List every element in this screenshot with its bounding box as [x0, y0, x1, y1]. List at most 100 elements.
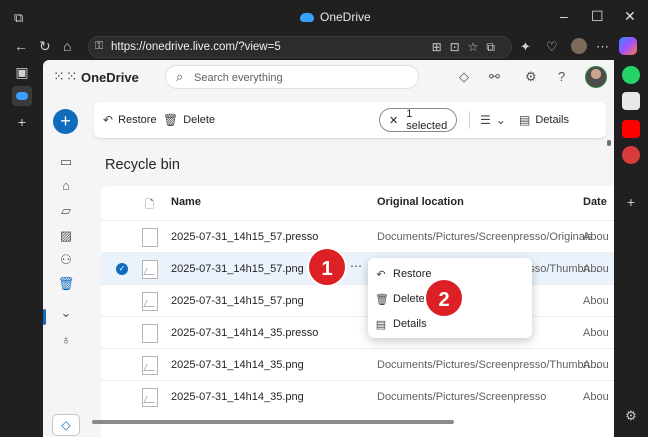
delete-label: Delete	[183, 114, 216, 126]
url-actions-icons[interactable]: ⊞⊡☆⧉	[432, 40, 503, 55]
browser-essentials-icon[interactable]: ♡	[546, 39, 558, 55]
table-row-selected[interactable]: ✓ 2025-07-31_14h15_57.png ⋯ Documents/Pi…	[101, 252, 614, 284]
profile-icon[interactable]: ♁	[57, 332, 75, 347]
home-icon[interactable]: ⌂	[57, 178, 75, 193]
create-new-button[interactable]: +	[53, 109, 78, 134]
details-pane-icon: ▤	[519, 113, 531, 127]
maximize-button[interactable]: ☐	[591, 8, 604, 25]
context-restore-item[interactable]: ↶ Restore	[375, 264, 431, 284]
file-name[interactable]: 2025-07-31_14h15_57.png	[171, 263, 304, 275]
help-icon[interactable]: ?	[558, 69, 565, 84]
edge-sidebar: + ⚙	[614, 60, 648, 437]
whatsapp-icon[interactable]	[622, 66, 640, 84]
file-date: Abou	[583, 391, 609, 403]
file-name[interactable]: 2025-07-31_14h15_57.png	[171, 295, 304, 307]
share-network-icon[interactable]: ⚯	[489, 69, 500, 85]
tab-actions-icon[interactable]: ⧉	[14, 10, 23, 26]
restore-label: Restore	[118, 114, 157, 126]
app-launcher-icon[interactable]: ⁙⁙	[53, 68, 78, 85]
browser-profile-avatar[interactable]	[571, 38, 587, 54]
column-header-date[interactable]: Date	[583, 196, 607, 208]
image-file-icon	[142, 260, 158, 279]
app-icon[interactable]	[622, 92, 640, 110]
home-feed-icon[interactable]: ▭	[57, 154, 75, 170]
table-row[interactable]: 2025-07-31_14h14_35.png Documents/Pictur…	[101, 380, 614, 412]
divider	[469, 111, 470, 129]
table-row[interactable]: 2025-07-31_14h15_57.png Abou	[101, 284, 614, 316]
table-row[interactable]: 2025-07-31_14h14_35.presso Abou	[101, 316, 614, 348]
file-location: Documents/Pictures/Screenpresso/Original…	[377, 231, 593, 243]
expand-chevron-icon[interactable]: ⌄	[57, 305, 75, 321]
premium-button[interactable]: ◇	[52, 414, 80, 436]
url-field[interactable]: ⚿ https://onedrive.live.com/?view=5 ⊞⊡☆⧉	[88, 36, 512, 58]
context-details-item[interactable]: ▤ Details	[375, 314, 427, 334]
file-list: 🗋 Name Original location Date 2025-07-31…	[101, 186, 614, 437]
copilot-icon[interactable]	[619, 37, 637, 55]
search-icon: ⌕	[176, 69, 184, 84]
row-checkmark-icon[interactable]: ✓	[116, 263, 128, 275]
table-row[interactable]: 2025-07-31_14h14_35.png Documents/Pictur…	[101, 348, 614, 380]
sidebar-settings-icon[interactable]: ⚙	[622, 408, 640, 426]
back-icon[interactable]: ←	[14, 38, 28, 54]
more-options-icon[interactable]: ⋯	[596, 39, 609, 55]
app-name[interactable]: OneDrive	[81, 70, 139, 85]
extensions-icon[interactable]: ✦	[520, 39, 531, 55]
details-button[interactable]: ▤ Details	[519, 113, 569, 127]
page-title: Recycle bin	[105, 157, 180, 173]
file-name[interactable]: 2025-07-31_14h15_57.presso	[171, 231, 318, 243]
annotation-badge-1: 1	[307, 247, 347, 287]
tab-onedrive[interactable]	[12, 86, 32, 106]
shared-people-icon[interactable]: ⚇	[57, 252, 75, 268]
file-location: Documents/Pictures/Screenpresso	[377, 391, 547, 403]
close-button[interactable]: ✕	[624, 8, 636, 25]
minimize-button[interactable]: –	[560, 8, 568, 24]
user-avatar[interactable]	[585, 66, 607, 88]
file-name[interactable]: 2025-07-31_14h14_35.png	[171, 359, 304, 371]
photos-icon[interactable]: ▨	[57, 228, 75, 244]
sort-button[interactable]: ☰ ⌄	[480, 113, 506, 127]
command-bar: ↶ Restore 🗑 Delete ✕ 1 selected ☰ ⌄ ▤ De…	[94, 102, 606, 138]
clear-selection-icon[interactable]: ✕	[389, 114, 398, 127]
youtube-icon[interactable]	[622, 120, 640, 138]
context-delete-item[interactable]: 🗑 Delete	[375, 289, 425, 309]
home-icon[interactable]: ⌂	[63, 38, 71, 54]
file-date: Abou	[583, 359, 609, 371]
context-details-label: Details	[393, 318, 427, 330]
url-text[interactable]: https://onedrive.live.com/?view=5	[111, 41, 281, 53]
left-rail: + ▭ ⌂ ▱ ▨ ⚇ 🗑 ⌄ ♁ ◇	[43, 94, 87, 437]
onedrive-cloud-icon	[300, 12, 314, 22]
my-files-folder-icon[interactable]: ▱	[57, 203, 75, 219]
app-badge-icon[interactable]	[622, 146, 640, 164]
sidebar-add-icon[interactable]: +	[622, 194, 640, 212]
file-name[interactable]: 2025-07-31_14h14_35.presso	[171, 327, 318, 339]
refresh-icon[interactable]: ↻	[39, 38, 51, 55]
tab-strip-icon[interactable]: ▣	[12, 64, 32, 84]
search-input[interactable]	[194, 69, 404, 86]
file-type-header-icon: 🗋	[145, 199, 154, 211]
details-label: Details	[535, 114, 569, 126]
search-box[interactable]: ⌕	[165, 65, 419, 89]
onedrive-header: ⁙⁙ OneDrive ⌕ ◇ ⚯ ⚙ ?	[43, 60, 614, 94]
table-row[interactable]: 2025-07-31_14h15_57.presso Documents/Pic…	[101, 220, 614, 252]
column-header-name[interactable]: Name	[171, 196, 201, 208]
new-tab-icon[interactable]: +	[12, 114, 32, 134]
column-header-location[interactable]: Original location	[377, 196, 464, 208]
site-info-icon[interactable]: ⚿	[95, 40, 103, 53]
file-date: Abou	[583, 327, 609, 339]
file-date: Abou	[583, 231, 609, 243]
premium-diamond-icon[interactable]: ◇	[459, 69, 469, 85]
file-icon	[142, 324, 158, 343]
delete-button[interactable]: 🗑 Delete	[163, 113, 215, 127]
more-actions-icon[interactable]: ⋯	[350, 259, 362, 273]
onedrive-tab-icon	[16, 92, 28, 100]
selection-count: 1 selected	[406, 108, 448, 132]
selection-pill[interactable]: ✕ 1 selected	[379, 108, 457, 132]
trash-icon: 🗑	[375, 293, 389, 306]
horizontal-scrollbar[interactable]	[92, 420, 454, 424]
settings-gear-icon[interactable]: ⚙	[525, 69, 537, 85]
recycle-bin-icon[interactable]: 🗑	[57, 276, 75, 292]
file-date: Abou	[583, 295, 609, 307]
restore-button[interactable]: ↶ Restore	[103, 113, 157, 127]
vertical-scrollbar[interactable]	[607, 140, 611, 146]
file-name[interactable]: 2025-07-31_14h14_35.png	[171, 391, 304, 403]
